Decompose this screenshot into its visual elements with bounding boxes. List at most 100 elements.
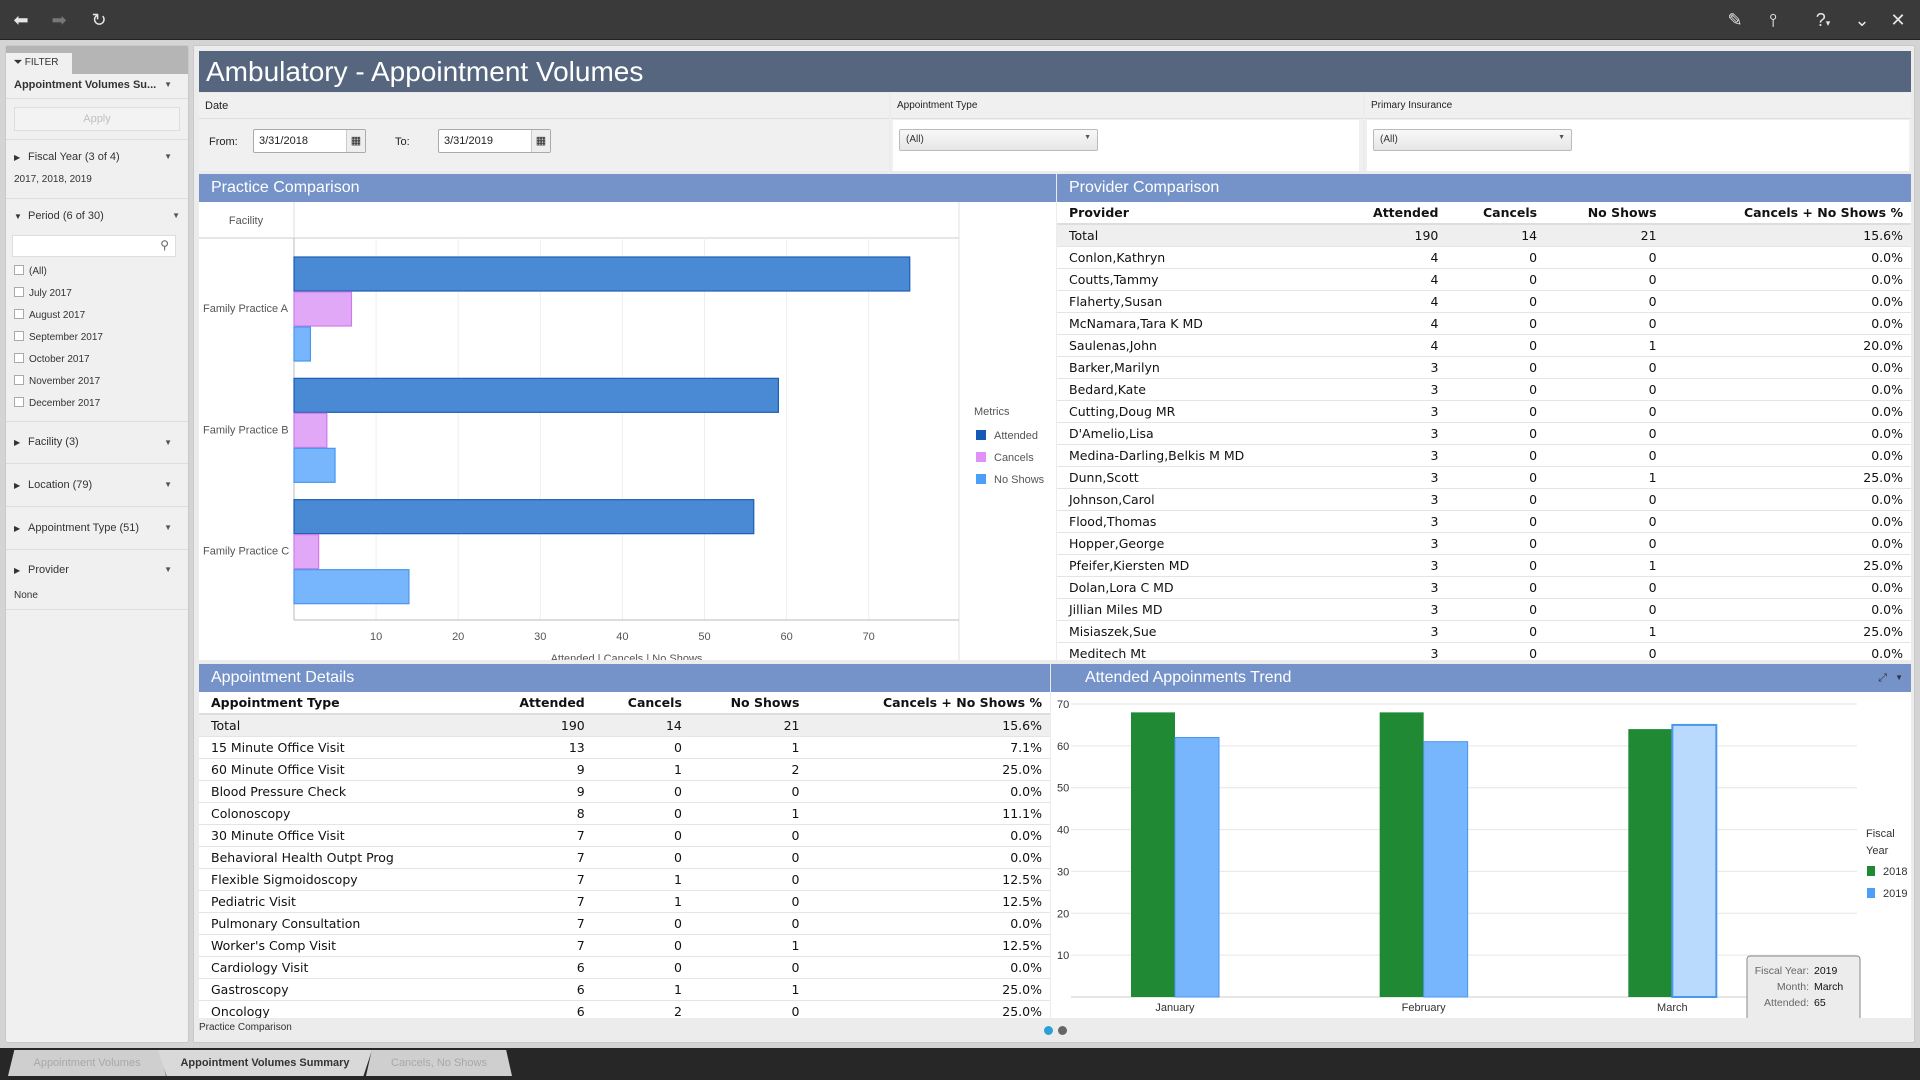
- table-cell: 0: [1545, 444, 1665, 467]
- provider-row[interactable]: D'Amelio,Lisa 3 0 0 0.0%: [1057, 422, 1911, 445]
- appointment-type-row[interactable]: 15 Minute Office Visit 13 0 1 7.1%: [199, 736, 1050, 759]
- appointment-type-row[interactable]: Pulmonary Consultation 7 0 0 0.0%: [199, 912, 1050, 935]
- provider-row[interactable]: Flood,Thomas 3 0 0 0.0%: [1057, 510, 1911, 533]
- provider-row[interactable]: Pfeifer,Kiersten MD 3 0 1 25.0%: [1057, 554, 1911, 577]
- provider-row[interactable]: Jillian Miles MD 3 0 0 0.0%: [1057, 598, 1911, 621]
- appointment-type-row[interactable]: Pediatric Visit 7 1 0 12.5%: [199, 890, 1050, 913]
- column-header[interactable]: Attended: [480, 692, 593, 715]
- filter-facility[interactable]: ▶ Facility (3) ▼: [6, 422, 188, 464]
- filter-appointment-type[interactable]: ▶ Appointment Type (51) ▼: [6, 507, 188, 550]
- chevron-down-icon[interactable]: ▼: [164, 550, 172, 590]
- to-date-input[interactable]: 3/31/2019 ▦: [438, 129, 551, 153]
- calendar-icon[interactable]: ▦: [346, 130, 365, 152]
- column-header[interactable]: Cancels: [592, 692, 690, 715]
- appointment-type-row[interactable]: Colonoscopy 8 0 1 11.1%: [199, 802, 1050, 825]
- appointment-type-row[interactable]: Blood Pressure Check 9 0 0 0.0%: [199, 780, 1050, 803]
- tab-appointment-volumes[interactable]: Appointment Volumes: [8, 1050, 166, 1076]
- panel-menu-chevron-icon[interactable]: ▼: [1895, 664, 1903, 692]
- provider-row[interactable]: Flaherty,Susan 4 0 0 0.0%: [1057, 290, 1911, 313]
- appointment-type-row[interactable]: 30 Minute Office Visit 7 0 0 0.0%: [199, 824, 1050, 847]
- help-icon[interactable]: ?▾: [1806, 8, 1840, 32]
- period-option[interactable]: October 2017: [14, 349, 188, 371]
- provider-row[interactable]: Bedard,Kate 3 0 0 0.0%: [1057, 378, 1911, 401]
- provider-row[interactable]: Dunn,Scott 3 0 1 25.0%: [1057, 466, 1911, 489]
- provider-row[interactable]: Meditech Mt 3 0 0 0.0%: [1057, 642, 1911, 660]
- collapse-chevron-icon[interactable]: ⌄: [1849, 8, 1875, 32]
- filter-tab[interactable]: ⏷ FILTER: [6, 53, 72, 74]
- appointment-type-row[interactable]: Behavioral Health Outpt Prog 7 0 0 0.0%: [199, 846, 1050, 869]
- expand-triangle-icon: ▶: [14, 153, 21, 162]
- column-header[interactable]: Cancels + No Shows %: [807, 692, 1050, 715]
- pager-dot-active[interactable]: [1044, 1026, 1053, 1035]
- back-arrow-icon[interactable]: ⬅: [8, 8, 34, 32]
- refresh-icon[interactable]: ↻: [86, 8, 112, 32]
- provider-table-scroll[interactable]: Provider Attended Cancels No Shows Cancels +…: [1057, 202, 1911, 660]
- filter-provider[interactable]: ▶ Provider ▼ None: [6, 550, 188, 610]
- column-header[interactable]: Cancels + No Shows %: [1664, 202, 1911, 225]
- provider-row[interactable]: Medina-Darling,Belkis M MD 3 0 0 0.0%: [1057, 444, 1911, 467]
- forward-arrow-icon[interactable]: ➡: [46, 8, 72, 32]
- column-header[interactable]: Cancels: [1446, 202, 1546, 225]
- chevron-down-icon[interactable]: ▼: [164, 464, 172, 506]
- provider-row[interactable]: Saulenas,John 4 0 1 20.0%: [1057, 334, 1911, 357]
- chevron-down-icon[interactable]: ▼: [164, 507, 172, 549]
- period-option[interactable]: August 2017: [14, 305, 188, 327]
- from-date-input[interactable]: 3/31/2018 ▦: [253, 129, 366, 153]
- total-row[interactable]: Total 190 14 21 15.6%: [199, 714, 1050, 737]
- column-header[interactable]: No Shows: [1545, 202, 1665, 225]
- provider-row[interactable]: Conlon,Kathryn 4 0 0 0.0%: [1057, 246, 1911, 269]
- appointment-type-row[interactable]: Flexible Sigmoidoscopy 7 1 0 12.5%: [199, 868, 1050, 891]
- calendar-icon[interactable]: ▦: [531, 130, 550, 152]
- chevron-down-icon[interactable]: ▼: [164, 140, 172, 174]
- column-header[interactable]: Appointment Type: [199, 692, 481, 715]
- checkbox[interactable]: [14, 331, 24, 341]
- expand-icon[interactable]: ⤢: [1878, 664, 1887, 692]
- apply-button[interactable]: Apply: [14, 107, 180, 131]
- tab-cancels-no-shows[interactable]: Cancels, No Shows: [366, 1050, 512, 1076]
- provider-row[interactable]: Johnson,Carol 3 0 0 0.0%: [1057, 488, 1911, 511]
- period-option[interactable]: July 2017: [14, 283, 188, 305]
- appointment-table-scroll[interactable]: Appointment Type Attended Cancels No Shows C…: [199, 692, 1050, 1018]
- appointment-type-select[interactable]: (All) ▼: [899, 129, 1098, 151]
- appointment-type-row[interactable]: Gastroscopy 6 1 1 25.0%: [199, 978, 1050, 1001]
- chevron-down-icon[interactable]: ▼: [172, 199, 180, 233]
- provider-row[interactable]: Misiaszek,Sue 3 0 1 25.0%: [1057, 620, 1911, 643]
- table-cell: Cardiology Visit: [199, 956, 481, 979]
- primary-insurance-select[interactable]: (All) ▼: [1373, 129, 1572, 151]
- chevron-down-icon[interactable]: ▼: [164, 422, 172, 463]
- checkbox[interactable]: [14, 375, 24, 385]
- provider-row[interactable]: Cutting,Doug MR 3 0 0 0.0%: [1057, 400, 1911, 423]
- column-header[interactable]: Attended: [1331, 202, 1447, 225]
- provider-row[interactable]: McNamara,Tara K MD 4 0 0 0.0%: [1057, 312, 1911, 335]
- filter-location[interactable]: ▶ Location (79) ▼: [6, 464, 188, 507]
- period-option[interactable]: December 2017: [14, 393, 188, 415]
- column-header[interactable]: No Shows: [689, 692, 808, 715]
- period-header[interactable]: ▼ Period (6 of 30) ▼: [6, 199, 188, 233]
- checkbox[interactable]: [14, 287, 24, 297]
- period-option[interactable]: (All): [14, 261, 188, 283]
- close-icon[interactable]: ✕: [1885, 8, 1911, 32]
- column-header[interactable]: Provider: [1057, 202, 1332, 225]
- share-icon[interactable]: ⫯: [1760, 8, 1786, 32]
- period-option[interactable]: November 2017: [14, 371, 188, 393]
- tab-appointment-volumes-summary[interactable]: Appointment Volumes Summary: [158, 1050, 372, 1076]
- total-row[interactable]: Total 190 14 21 15.6%: [1057, 224, 1911, 247]
- checkbox[interactable]: [14, 397, 24, 407]
- report-select[interactable]: Appointment Volumes Su... ▼: [6, 74, 188, 99]
- checkbox[interactable]: [14, 309, 24, 319]
- provider-row[interactable]: Dolan,Lora C MD 3 0 0 0.0%: [1057, 576, 1911, 599]
- provider-row[interactable]: Barker,Marilyn 3 0 0 0.0%: [1057, 356, 1911, 379]
- appointment-type-row[interactable]: 60 Minute Office Visit 9 1 2 25.0%: [199, 758, 1050, 781]
- checkbox[interactable]: [14, 353, 24, 363]
- period-option[interactable]: September 2017: [14, 327, 188, 349]
- provider-row[interactable]: Hopper,George 3 0 0 0.0%: [1057, 532, 1911, 555]
- checkbox[interactable]: [14, 265, 24, 275]
- provider-row[interactable]: Coutts,Tammy 4 0 0 0.0%: [1057, 268, 1911, 291]
- period-search-input[interactable]: ⚲: [12, 235, 176, 257]
- fiscal-year-header[interactable]: ▶ Fiscal Year (3 of 4) ▼: [14, 140, 180, 174]
- appointment-type-row[interactable]: Cardiology Visit 6 0 0 0.0%: [199, 956, 1050, 979]
- pager-dot[interactable]: [1058, 1026, 1067, 1035]
- edit-pencil-icon[interactable]: ✎: [1722, 8, 1748, 32]
- appointment-type-row[interactable]: Worker's Comp Visit 7 0 1 12.5%: [199, 934, 1050, 957]
- appointment-type-row[interactable]: Oncology 6 2 0 25.0%: [199, 1000, 1050, 1018]
